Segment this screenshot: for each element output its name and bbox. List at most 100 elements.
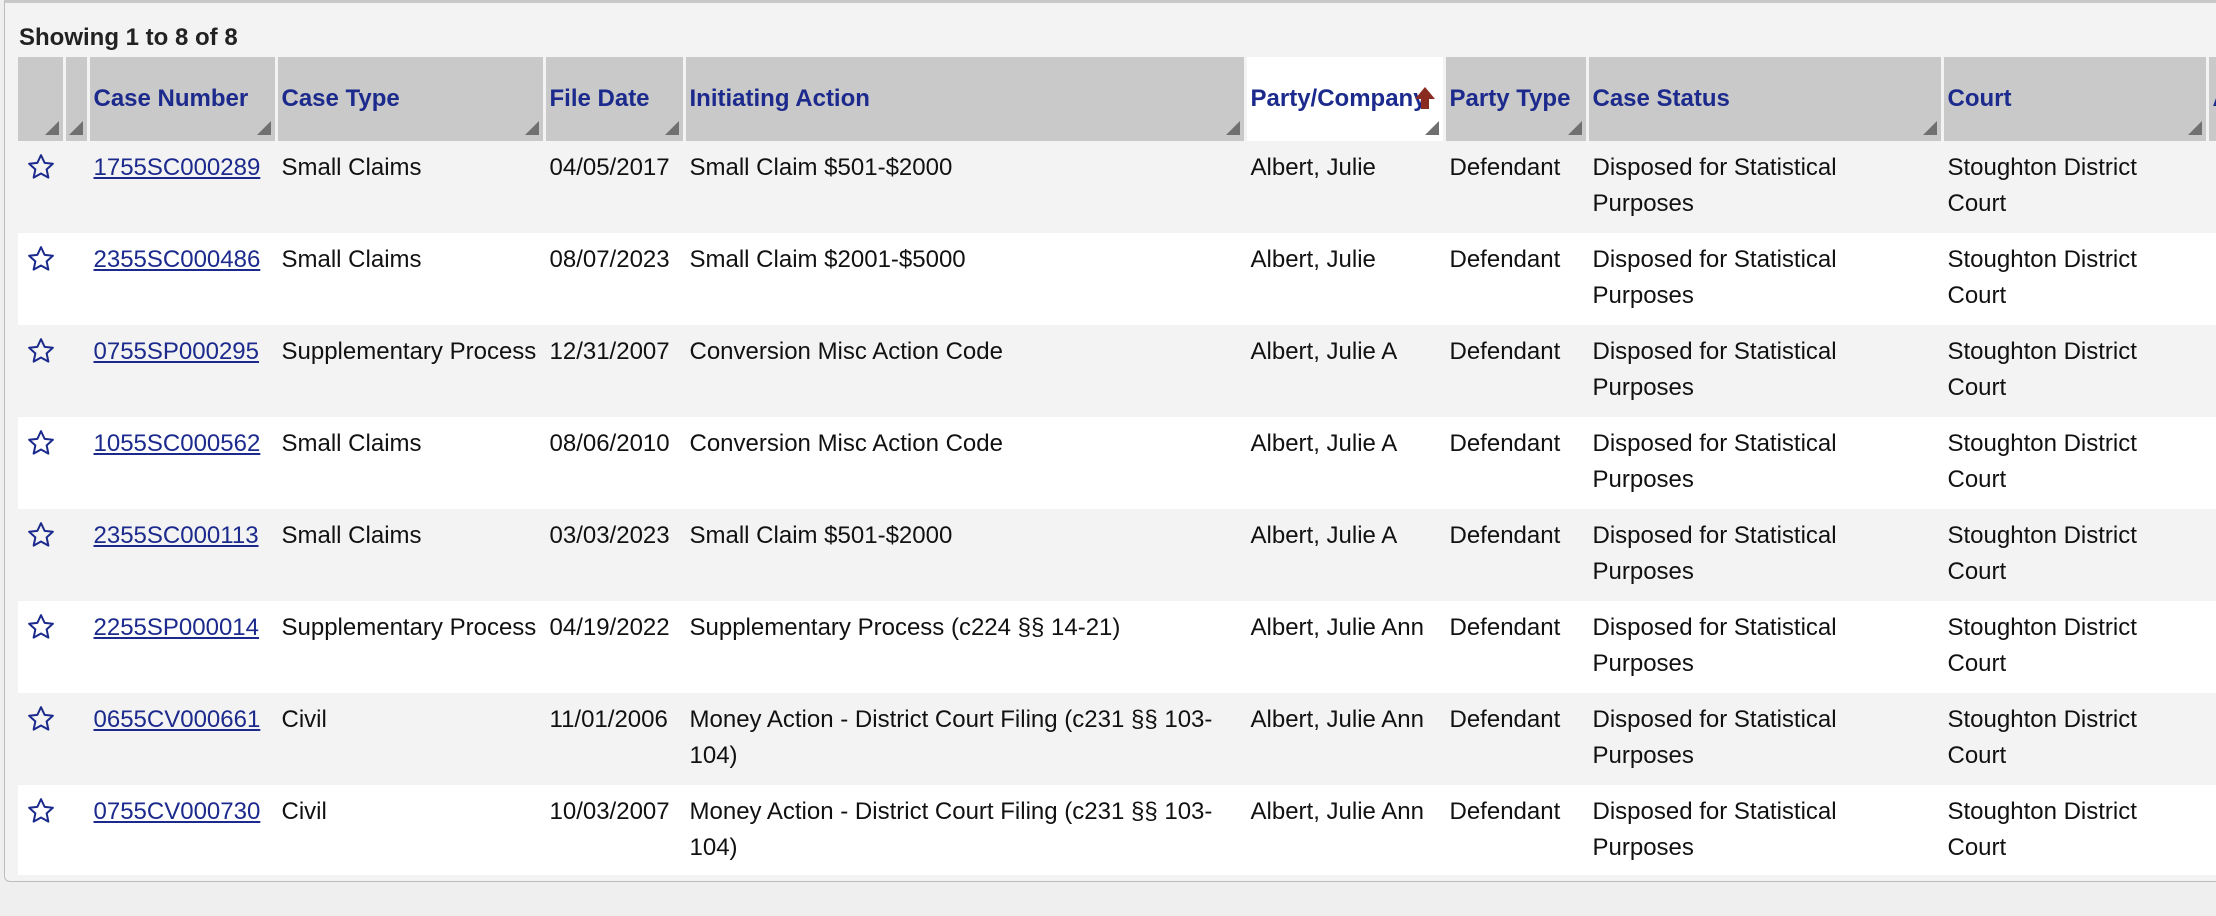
column-header-label: File Date bbox=[549, 85, 650, 112]
initiating-action-cell: Conversion Misc Action Code bbox=[684, 417, 1245, 509]
star-outline-icon[interactable] bbox=[26, 796, 56, 826]
case-number-cell: 0755SP000295 bbox=[88, 325, 276, 417]
party-type-cell: Defendant bbox=[1444, 417, 1587, 509]
file-date-cell: 08/06/2010 bbox=[544, 417, 684, 509]
case-number-cell: 1755SC000289 bbox=[88, 141, 276, 233]
initiating-action-cell: Money Action - District Court Filing (c2… bbox=[684, 785, 1245, 875]
column-resize-icon[interactable] bbox=[1225, 121, 1240, 135]
case-number-link[interactable]: 1755SC000289 bbox=[94, 154, 261, 181]
initiating-action-cell: Money Action - District Court Filing (c2… bbox=[684, 693, 1245, 785]
star-outline-icon[interactable] bbox=[26, 244, 56, 274]
column-resize-icon[interactable] bbox=[2187, 121, 2202, 135]
case-status-cell: Disposed for Statistical Purposes bbox=[1587, 509, 1942, 601]
case-status-cell: Disposed for Statistical Purposes bbox=[1587, 693, 1942, 785]
column-header-extra[interactable]: A bbox=[2207, 57, 2216, 141]
column-header-label: Party Type bbox=[1449, 85, 1571, 112]
table-row: 2255SP000014 Supplementary Process 04/19… bbox=[18, 601, 2216, 693]
column-header-case-number[interactable]: Case Number bbox=[88, 57, 278, 141]
case-number-link[interactable]: 0755CV000730 bbox=[94, 798, 261, 825]
file-date-cell: 08/07/2023 bbox=[544, 233, 684, 325]
court-cell: Stoughton District Court bbox=[1942, 141, 2207, 233]
initiating-action-cell: Supplementary Process (c224 §§ 14-21) bbox=[684, 601, 1245, 693]
court-cell: Stoughton District Court bbox=[1942, 601, 2207, 693]
star-outline-icon[interactable] bbox=[26, 152, 56, 182]
column-resize-icon[interactable] bbox=[44, 121, 59, 135]
column-header-party-company[interactable]: Party/Company bbox=[1245, 57, 1446, 141]
file-date-cell: 12/31/2007 bbox=[544, 325, 684, 417]
court-cell: Stoughton District Court bbox=[1942, 233, 2207, 325]
court-cell: Stoughton District Court bbox=[1942, 325, 2207, 417]
table-row: 2355SC000113 Small Claims 03/03/2023 Sma… bbox=[18, 509, 2216, 601]
blank-cell bbox=[64, 141, 88, 233]
blank-cell bbox=[64, 693, 88, 785]
column-header-party-type[interactable]: Party Type bbox=[1444, 57, 1589, 141]
search-results-panel: Showing 1 to 8 of 8 Case Number Case Typ… bbox=[4, 0, 2216, 882]
case-number-link[interactable]: 2355SC000486 bbox=[94, 246, 261, 273]
case-type-cell: Small Claims bbox=[276, 233, 544, 325]
favorite-cell[interactable] bbox=[18, 417, 64, 509]
party-cell: Albert, Julie A bbox=[1245, 417, 1444, 509]
star-outline-icon[interactable] bbox=[26, 612, 56, 642]
file-date-cell: 11/01/2006 bbox=[544, 693, 684, 785]
column-header-case-type[interactable]: Case Type bbox=[276, 57, 546, 141]
favorite-cell[interactable] bbox=[18, 233, 64, 325]
case-number-cell: 2355SC000486 bbox=[88, 233, 276, 325]
extra-cell bbox=[2207, 325, 2216, 417]
case-type-cell: Small Claims bbox=[276, 509, 544, 601]
case-status-cell: Disposed for Statistical Purposes bbox=[1587, 601, 1942, 693]
column-resize-icon[interactable] bbox=[1424, 121, 1439, 135]
extra-cell bbox=[2207, 417, 2216, 509]
favorite-cell[interactable] bbox=[18, 601, 64, 693]
court-cell: Stoughton District Court bbox=[1942, 785, 2207, 875]
column-header-case-status[interactable]: Case Status bbox=[1587, 57, 1944, 141]
case-type-cell: Civil bbox=[276, 693, 544, 785]
case-number-link[interactable]: 0755SP000295 bbox=[94, 338, 260, 365]
column-header-label: Case Type bbox=[281, 85, 400, 112]
court-cell: Stoughton District Court bbox=[1942, 693, 2207, 785]
column-resize-icon[interactable] bbox=[664, 121, 679, 135]
favorite-cell[interactable] bbox=[18, 785, 64, 875]
party-type-cell: Defendant bbox=[1444, 601, 1587, 693]
star-outline-icon[interactable] bbox=[26, 520, 56, 550]
column-resize-icon[interactable] bbox=[524, 121, 539, 135]
case-type-cell: Supplementary Process bbox=[276, 601, 544, 693]
extra-cell bbox=[2207, 601, 2216, 693]
case-number-cell: 1055SC000562 bbox=[88, 417, 276, 509]
star-outline-icon[interactable] bbox=[26, 428, 56, 458]
blank-cell bbox=[64, 325, 88, 417]
favorite-cell[interactable] bbox=[18, 325, 64, 417]
favorite-cell[interactable] bbox=[18, 509, 64, 601]
case-number-cell: 0655CV000661 bbox=[88, 693, 276, 785]
table-row: 1055SC000562 Small Claims 08/06/2010 Con… bbox=[18, 417, 2216, 509]
column-resize-icon[interactable] bbox=[1567, 121, 1582, 135]
results-summary: Showing 1 to 8 of 8 bbox=[19, 24, 238, 51]
column-resize-icon[interactable] bbox=[256, 121, 271, 135]
case-number-link[interactable]: 0655CV000661 bbox=[94, 706, 261, 733]
column-header-label: Party/Company bbox=[1250, 85, 1427, 112]
party-cell: Albert, Julie bbox=[1245, 233, 1444, 325]
column-header-favorite[interactable] bbox=[18, 57, 66, 141]
column-header-blank[interactable] bbox=[64, 57, 90, 141]
case-number-link[interactable]: 1055SC000562 bbox=[94, 430, 261, 457]
case-number-link[interactable]: 2355SC000113 bbox=[94, 522, 259, 549]
column-header-initiating-action[interactable]: Initiating Action bbox=[684, 57, 1247, 141]
blank-cell bbox=[64, 785, 88, 875]
case-status-cell: Disposed for Statistical Purposes bbox=[1587, 417, 1942, 509]
column-header-label: A bbox=[2213, 85, 2216, 112]
party-type-cell: Defendant bbox=[1444, 509, 1587, 601]
case-type-cell: Small Claims bbox=[276, 417, 544, 509]
case-type-cell: Small Claims bbox=[276, 141, 544, 233]
column-header-court[interactable]: Court bbox=[1942, 57, 2209, 141]
favorite-cell[interactable] bbox=[18, 141, 64, 233]
column-resize-icon[interactable] bbox=[1922, 121, 1937, 135]
extra-cell bbox=[2207, 141, 2216, 233]
case-number-link[interactable]: 2255SP000014 bbox=[94, 614, 260, 641]
star-outline-icon[interactable] bbox=[26, 704, 56, 734]
party-cell: Albert, Julie bbox=[1245, 141, 1444, 233]
table-row: 0755SP000295 Supplementary Process 12/31… bbox=[18, 325, 2216, 417]
extra-cell bbox=[2207, 785, 2216, 875]
favorite-cell[interactable] bbox=[18, 693, 64, 785]
column-header-file-date[interactable]: File Date bbox=[544, 57, 686, 141]
star-outline-icon[interactable] bbox=[26, 336, 56, 366]
column-resize-icon[interactable] bbox=[68, 121, 83, 135]
